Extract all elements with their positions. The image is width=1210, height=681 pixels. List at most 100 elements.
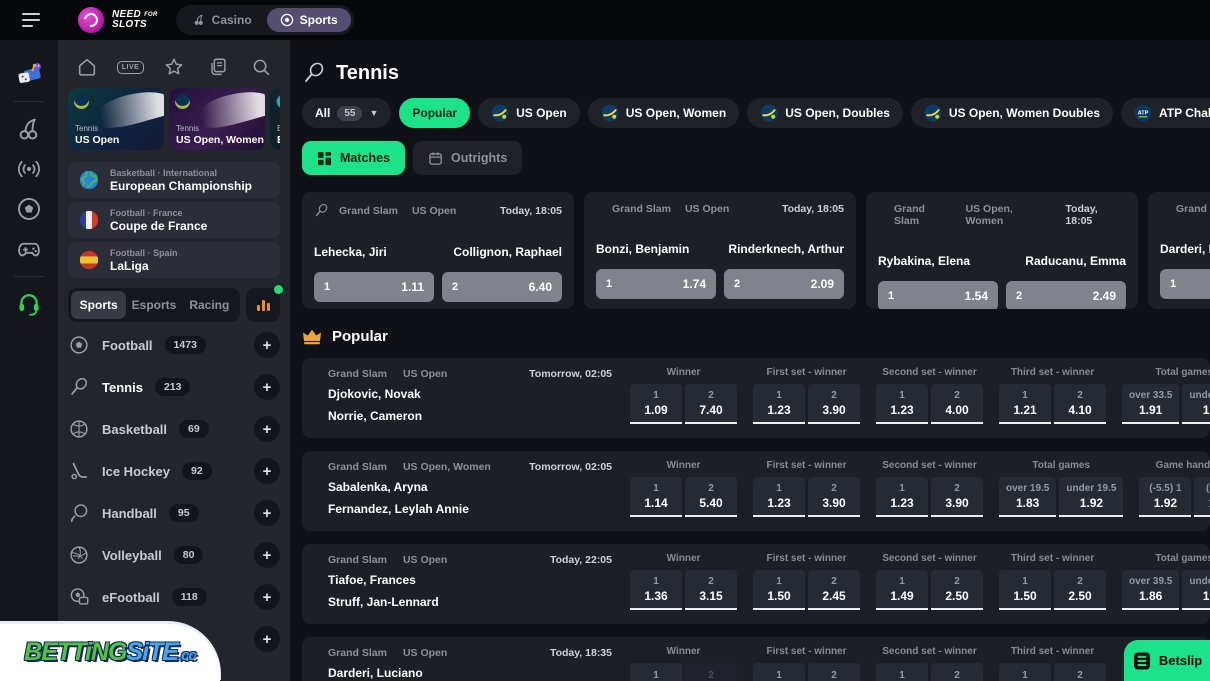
filter-chip-popular[interactable]: Popular: [399, 98, 471, 128]
esports-icon[interactable]: [15, 235, 43, 263]
odds-cell[interactable]: 2 2.45: [808, 570, 860, 610]
expand-plus-button[interactable]: +: [254, 458, 280, 484]
match-card[interactable]: Grand Slam US Open Today, 18:05 Bonzi, Benj…: [584, 192, 856, 309]
expand-plus-button[interactable]: +: [254, 542, 280, 568]
odds-cell[interactable]: 1 1.23: [753, 477, 805, 517]
sidebar-item-tennis[interactable]: Tennis 213 +: [68, 366, 280, 408]
odds-cell[interactable]: 1 1.23: [876, 384, 928, 424]
sidebar-item-efootball[interactable]: eFootball 118 +: [68, 576, 280, 618]
odds-button[interactable]: 1: [1160, 269, 1210, 299]
odds-cell[interactable]: 1 1.21: [999, 384, 1051, 424]
odds-cell[interactable]: 1: [630, 663, 682, 681]
tab-racing[interactable]: Racing: [182, 291, 237, 319]
odds-cell[interactable]: 1 1.49: [876, 570, 928, 610]
brand-logo[interactable]: NEED FOR SLOTS: [78, 7, 158, 33]
home-icon[interactable]: [76, 56, 98, 78]
casino-icon[interactable]: [15, 115, 43, 143]
expand-plus-button[interactable]: +: [254, 416, 280, 442]
sidebar-item-handball[interactable]: Handball 95 +: [68, 492, 280, 534]
sidebar-item-volleyball[interactable]: Volleyball 80 +: [68, 534, 280, 576]
live-stream-icon[interactable]: [15, 155, 43, 183]
odds-cell[interactable]: 2 3.15: [685, 570, 737, 610]
odds-cell[interactable]: 2 2.50: [1054, 570, 1106, 610]
odds-cell[interactable]: 2 4.00: [931, 384, 983, 424]
filter-chip-atp-challenger-como-italy[interactable]: ATP ATP Challenger Como, Italy: [1121, 98, 1210, 128]
games-hub-icon[interactable]: [15, 60, 43, 88]
football-icon[interactable]: [15, 195, 43, 223]
odds-cell[interactable]: 2: [931, 663, 983, 681]
sidebar-item-basketball[interactable]: Basketball 69 +: [68, 408, 280, 450]
match-card[interactable]: Grand Slam US Open Today, 18:05 Lehecka, Ji…: [302, 192, 574, 309]
odds-cell[interactable]: 1: [753, 663, 805, 681]
odds-cell[interactable]: 2: [808, 663, 860, 681]
odds-cell[interactable]: 2 7.40: [685, 384, 737, 424]
promo-card[interactable]: BasketballEuropean Championship: [270, 88, 280, 150]
expand-plus-button[interactable]: +: [254, 332, 280, 358]
odds-button[interactable]: 2 2.49: [1006, 281, 1126, 309]
odds-cell[interactable]: under 33.51.91: [1182, 384, 1210, 424]
support-icon[interactable]: [15, 290, 43, 318]
odds-button[interactable]: 2 6.40: [442, 272, 562, 302]
tab-sports[interactable]: Sports: [71, 291, 127, 319]
tab-casino[interactable]: Casino: [179, 8, 265, 32]
odds-cell[interactable]: over 19.5 1.83: [999, 477, 1057, 517]
odds-cell[interactable]: 1 1.14: [630, 477, 682, 517]
odds-cell[interactable]: 1 1.50: [999, 570, 1051, 610]
odds-cell[interactable]: 1: [876, 663, 928, 681]
odds-button[interactable]: 1 1.54: [878, 281, 998, 309]
odds-cell[interactable]: 1 1.23: [753, 384, 805, 424]
odds-button[interactable]: 2 2.09: [724, 269, 844, 299]
tab-sports[interactable]: Sports: [266, 8, 351, 32]
filter-chip-us-open-women-doubles[interactable]: US Open, Women Doubles: [910, 98, 1113, 128]
expand-plus-button[interactable]: +: [254, 626, 280, 652]
filter-chip-us-open-doubles[interactable]: US Open, Doubles: [747, 98, 903, 128]
odds-cell[interactable]: over 39.5 1.86: [1122, 570, 1180, 610]
favorites-icon[interactable]: [163, 56, 185, 78]
bar-chart-icon[interactable]: [246, 285, 283, 322]
odds-button[interactable]: 1 1.11: [314, 272, 434, 302]
odds-cell[interactable]: 1 1.36: [630, 570, 682, 610]
odds-cell[interactable]: (5.5) 21.92: [1194, 477, 1210, 517]
odds-cell[interactable]: 1 1.50: [753, 570, 805, 610]
betslip-button[interactable]: Betslip: [1124, 640, 1210, 681]
filter-chip-us-open-women[interactable]: US Open, Women: [587, 98, 740, 128]
tab-matches[interactable]: Matches: [302, 141, 406, 175]
tab-outrights[interactable]: Outrights: [413, 141, 523, 175]
promo-card[interactable]: Tennis US Open, Women: [169, 88, 265, 150]
sidebar-item-football[interactable]: Football 1473 +: [68, 324, 280, 366]
odds-cell[interactable]: 1: [999, 663, 1051, 681]
odds-cell[interactable]: 1 1.23: [876, 477, 928, 517]
hamburger-menu-icon[interactable]: [22, 13, 42, 27]
odds-cell[interactable]: 1 1.09: [630, 384, 682, 424]
odds-cell[interactable]: under 19.5 1.92: [1059, 477, 1124, 517]
odds-cell[interactable]: 2 3.90: [931, 477, 983, 517]
match-card[interactable]: Grand Slam US Open, Women Today, 18:05 Ryba…: [866, 192, 1138, 309]
odds-cell[interactable]: 2: [685, 663, 737, 681]
featured-event[interactable]: Football · France Coupe de France: [68, 202, 280, 238]
expand-plus-button[interactable]: +: [254, 500, 280, 526]
promo-card[interactable]: Tennis US Open: [68, 88, 164, 150]
odds-cell[interactable]: 2 4.10: [1054, 384, 1106, 424]
odds-cell[interactable]: 2 3.90: [808, 384, 860, 424]
filter-chip-us-open[interactable]: US Open: [478, 98, 580, 128]
odds-cell[interactable]: over 33.5 1.91: [1122, 384, 1180, 424]
expand-plus-button[interactable]: +: [254, 584, 280, 610]
tab-esports[interactable]: Esports: [126, 291, 181, 319]
filter-all-dropdown[interactable]: All 55 ▼: [302, 98, 392, 128]
odds-cell[interactable]: 2 3.90: [808, 477, 860, 517]
sidebar-item-ice-hockey[interactable]: Ice Hockey 92 +: [68, 450, 280, 492]
odds-cell[interactable]: 2 5.40: [685, 477, 737, 517]
odds-cell[interactable]: (-5.5) 1 1.92: [1139, 477, 1192, 517]
odds-button[interactable]: 1 1.74: [596, 269, 716, 299]
expand-plus-button[interactable]: +: [254, 374, 280, 400]
live-icon[interactable]: LIVE: [116, 56, 145, 78]
match-card[interactable]: Grand Slam Darderi, Luciano 1: [1148, 192, 1210, 309]
odds-cell[interactable]: under 39.51.91: [1182, 570, 1210, 610]
search-icon[interactable]: [250, 56, 272, 78]
match-odds: 1 1.74 2 2.09: [596, 269, 844, 299]
featured-event[interactable]: Basketball · International European Champ…: [68, 162, 280, 198]
odds-cell[interactable]: 2 2.50: [931, 570, 983, 610]
documents-icon[interactable]: [207, 56, 229, 78]
odds-cell[interactable]: 2: [1054, 663, 1106, 681]
featured-event[interactable]: Football · Spain LaLiga: [68, 242, 280, 278]
